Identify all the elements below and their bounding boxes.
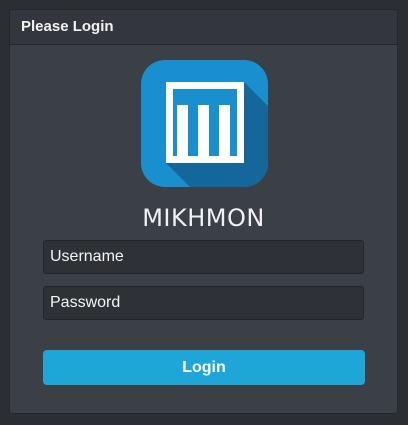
- mikhmon-logo-icon: [141, 60, 268, 187]
- login-button[interactable]: Login: [43, 350, 365, 385]
- username-input[interactable]: [43, 240, 364, 274]
- password-input[interactable]: [43, 286, 364, 320]
- panel-title: Please Login: [10, 10, 397, 45]
- login-panel: Please Login MIKHMON Login: [9, 9, 398, 414]
- app-name: MIKHMON: [142, 204, 265, 232]
